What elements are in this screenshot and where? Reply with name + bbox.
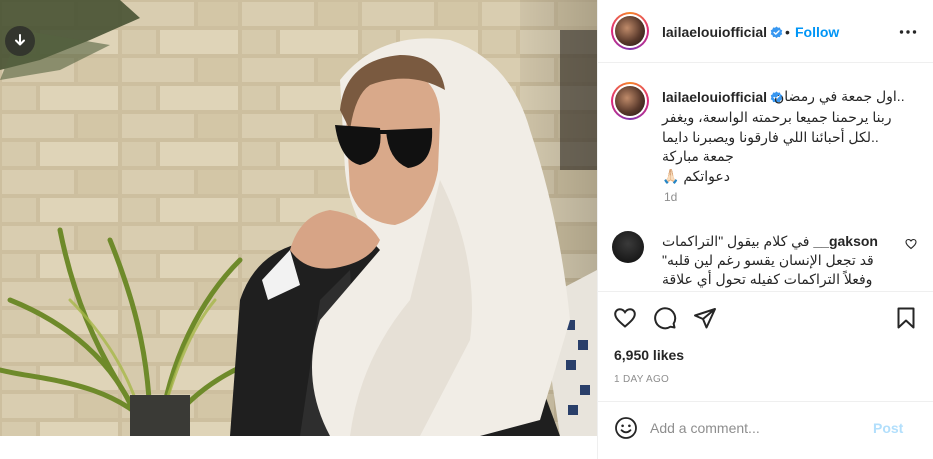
comment-icon[interactable]: [653, 306, 677, 330]
comment-username[interactable]: gakson__: [813, 233, 878, 249]
comment-line-3: وفعلاً التراكمات كفيله تحول أي علاقة: [662, 271, 873, 287]
caption-username-text[interactable]: lailaeloui​official: [662, 89, 767, 105]
comment-line-1: gakson__ في كلام بيقول "التراكمات: [662, 232, 882, 251]
comment-text: gakson__ في كلام بيقول "التراكمات قد تجع…: [662, 232, 882, 289]
post-comment-button[interactable]: Post: [873, 420, 903, 436]
post-header: lailaeloui​official • Follow: [598, 0, 933, 63]
caption-timestamp[interactable]: 1d: [664, 190, 677, 204]
comment-line-2: قد تجعل الإنسان يقسو رغم لين قلبه": [662, 252, 874, 268]
download-button[interactable]: [5, 26, 35, 56]
likes-count[interactable]: 6,950 likes: [614, 347, 684, 363]
comment-like-heart-icon[interactable]: [905, 238, 917, 250]
verified-badge-icon: [770, 26, 783, 39]
more-options-icon[interactable]: [898, 22, 918, 42]
bookmark-icon[interactable]: [894, 306, 918, 330]
caption-line-1: ..اول جمعة في رمضان: [774, 88, 905, 104]
add-comment-bar: Post: [598, 401, 933, 459]
comments-area[interactable]: lailaeloui​official ..اول جمعة في رمضان …: [598, 64, 933, 291]
download-icon: [15, 34, 25, 46]
commenter-avatar[interactable]: [612, 231, 644, 263]
post-image[interactable]: [0, 0, 597, 436]
follow-button[interactable]: Follow: [795, 24, 839, 40]
post-timestamp[interactable]: 1 DAY AGO: [614, 374, 669, 385]
add-comment-input[interactable]: [650, 416, 870, 440]
heart-icon[interactable]: [612, 306, 638, 330]
comment-line-1-text: في كلام بيقول "التراكمات: [662, 233, 810, 249]
post-photo-illustration: [0, 0, 597, 436]
caption-line-5: دعواتكم 🙏🏻: [662, 167, 730, 184]
author-username-text[interactable]: lailaeloui​official: [662, 24, 767, 40]
author-username[interactable]: lailaeloui​official: [662, 24, 783, 40]
post-details-pane: lailaeloui​official • Follow lailaeloui​…: [597, 0, 933, 459]
caption-text: ربنا يرحمنا جميعا برحمته الواسعة، ويغفر …: [662, 108, 892, 186]
header-separator: •: [785, 24, 790, 40]
author-avatar[interactable]: [611, 12, 649, 50]
emoji-icon[interactable]: [614, 416, 638, 440]
caption-avatar[interactable]: [611, 82, 649, 120]
caption-line-2: ربنا يرحمنا جميعا برحمته الواسعة، ويغفر: [662, 109, 892, 125]
caption-username[interactable]: lailaeloui​official: [662, 89, 783, 105]
post-actions: [598, 291, 933, 343]
caption-line-4: جمعة مباركة: [662, 148, 734, 164]
caption-line-3: ..لكل أحبائنا اللي فارقونا ويصبرنا دايما: [662, 128, 879, 145]
share-icon[interactable]: [693, 306, 717, 330]
